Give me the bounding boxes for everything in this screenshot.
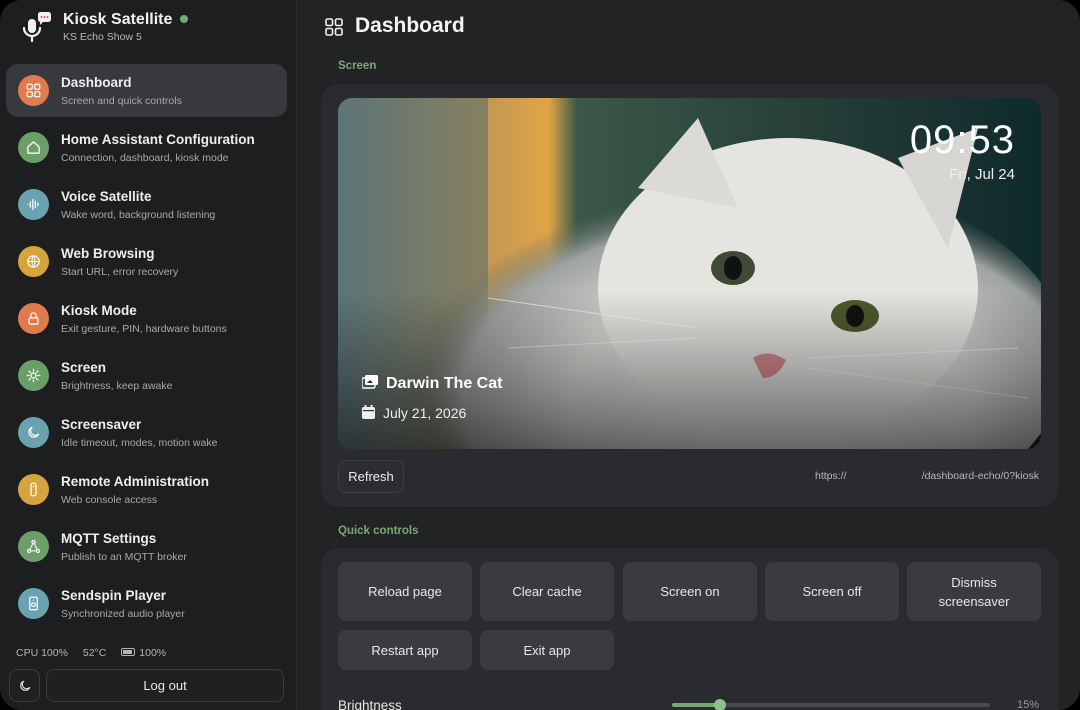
cpu-stat: CPU 100%: [16, 647, 68, 659]
remote-icon: [18, 474, 49, 505]
dismiss-screensaver-button[interactable]: Dismiss screensaver: [907, 562, 1041, 621]
sidebar-item-home-assistant-configuration[interactable]: Home Assistant Configuration Connection, …: [6, 121, 287, 174]
status-dot: [180, 14, 189, 23]
screen-on-button[interactable]: Screen on: [623, 562, 757, 621]
reload-page-button[interactable]: Reload page: [338, 562, 472, 621]
refresh-button[interactable]: Refresh: [338, 460, 404, 493]
device-name: KS Echo Show 5: [63, 31, 142, 43]
sidebar-item-description: Publish to an MQTT broker: [61, 551, 187, 563]
sidebar-item-kiosk-mode[interactable]: Kiosk Mode Exit gesture, PIN, hardware bu…: [6, 292, 287, 345]
sidebar-item-label: Sendspin Player: [61, 588, 167, 603]
lock-icon: [18, 303, 49, 334]
photo-library-icon: [361, 374, 378, 389]
quick-controls-card: Reload page Clear cache Screen on Screen…: [321, 548, 1058, 710]
sidebar-item-label: Dashboard: [61, 75, 132, 90]
clear-cache-button[interactable]: Clear cache: [480, 562, 614, 621]
clock-date: Fri, Jul 24: [949, 166, 1015, 183]
photo-title: Darwin The Cat: [361, 374, 502, 393]
brightness-value: 15%: [1016, 699, 1039, 710]
sidebar-item-screensaver[interactable]: Screensaver Idle timeout, modes, motion w…: [6, 406, 287, 459]
sidebar-item-remote-administration[interactable]: Remote Administration Web console access: [6, 463, 287, 516]
sidebar-item-web-browsing[interactable]: Web Browsing Start URL, error recovery: [6, 235, 287, 288]
brightness-slider-fill: [672, 703, 720, 707]
brand-header: Kiosk Satellite KS Echo Show 5: [14, 8, 284, 52]
sidebar-item-screen[interactable]: Screen Brightness, keep awake: [6, 349, 287, 402]
sidebar-item-description: Start URL, error recovery: [61, 266, 179, 278]
sidebar-item-description: Exit gesture, PIN, hardware buttons: [61, 323, 227, 335]
sidebar-item-label: Kiosk Mode: [61, 303, 137, 318]
logout-button[interactable]: Log out: [46, 669, 284, 702]
sidebar-item-sendspin-player[interactable]: Sendspin Player Synchronized audio player: [6, 577, 287, 630]
url-prefix: https://: [815, 470, 847, 482]
app-title: Kiosk Satellite: [63, 11, 189, 29]
moon-icon: [19, 680, 30, 691]
sidebar-item-label: Web Browsing: [61, 246, 155, 261]
screen-card: 09:53 Fri, Jul 24 Darwin The Cat July 21…: [321, 84, 1058, 507]
sun-icon: [18, 360, 49, 391]
sidebar-item-mqtt-settings[interactable]: MQTT Settings Publish to an MQTT broker: [6, 520, 287, 573]
sidebar-item-label: Home Assistant Configuration: [61, 132, 255, 147]
screen-off-button[interactable]: Screen off: [765, 562, 899, 621]
screen-section-label: Screen: [338, 60, 377, 72]
screen-preview[interactable]: 09:53 Fri, Jul 24 Darwin The Cat July 21…: [338, 98, 1041, 449]
url-suffix: /dashboard-echo/0?kiosk: [921, 470, 1039, 482]
sidebar-nav: Dashboard Screen and quick controls Home A…: [6, 64, 287, 634]
photo-date: July 21, 2026: [362, 405, 466, 421]
quick-controls-label: Quick controls: [338, 525, 419, 537]
sidebar-item-label: Voice Satellite: [61, 189, 152, 204]
network-icon: [18, 531, 49, 562]
main-content: Dashboard Screen 09:53 Fri, Jul 24 Darwi…: [297, 0, 1080, 710]
brightness-slider[interactable]: [672, 699, 990, 710]
clock-time: 09:53: [909, 118, 1015, 162]
restart-app-button[interactable]: Restart app: [338, 630, 472, 670]
brightness-slider-handle[interactable]: [713, 699, 726, 710]
grid-icon: [18, 75, 49, 106]
home-icon: [18, 132, 49, 163]
sidebar-item-description: Brightness, keep awake: [61, 380, 173, 392]
sidebar-item-dashboard[interactable]: Dashboard Screen and quick controls: [6, 64, 287, 117]
globe-icon: [18, 246, 49, 277]
calendar-icon: [362, 405, 375, 420]
battery-stat: 100%: [121, 647, 178, 659]
speaker-icon: [18, 588, 49, 619]
sidebar-item-description: Connection, dashboard, kiosk mode: [61, 152, 229, 164]
page-title: Dashboard: [355, 14, 465, 37]
sidebar-item-voice-satellite[interactable]: Voice Satellite Wake word, background lis…: [6, 178, 287, 231]
theme-toggle-button[interactable]: [9, 669, 40, 702]
voice-assistant-logo-icon: [22, 12, 51, 43]
waveform-icon: [18, 189, 49, 220]
exit-app-button[interactable]: Exit app: [480, 630, 614, 670]
sidebar-item-description: Web console access: [61, 494, 158, 506]
brightness-label: Brightness: [338, 698, 402, 710]
sidebar-item-label: Screen: [61, 360, 107, 375]
sidebar-item-description: Wake word, background listening: [61, 209, 216, 221]
moon-icon: [18, 417, 49, 448]
system-stats: CPU 100% 52°C 100%: [16, 647, 190, 659]
app-window: Kiosk Satellite KS Echo Show 5 Dashboard…: [0, 0, 1080, 710]
sidebar-item-description: Screen and quick controls: [61, 95, 182, 107]
temperature-stat: 52°C: [82, 647, 107, 659]
sidebar-item-description: Idle timeout, modes, motion wake: [61, 437, 218, 449]
sidebar: Kiosk Satellite KS Echo Show 5 Dashboard…: [0, 0, 297, 710]
sidebar-item-description: Synchronized audio player: [61, 608, 185, 620]
grid-icon: [325, 18, 343, 36]
battery-icon: [121, 648, 136, 657]
sidebar-item-label: Screensaver: [61, 417, 142, 432]
sidebar-item-label: Remote Administration: [61, 474, 210, 489]
sidebar-item-label: MQTT Settings: [61, 531, 157, 546]
